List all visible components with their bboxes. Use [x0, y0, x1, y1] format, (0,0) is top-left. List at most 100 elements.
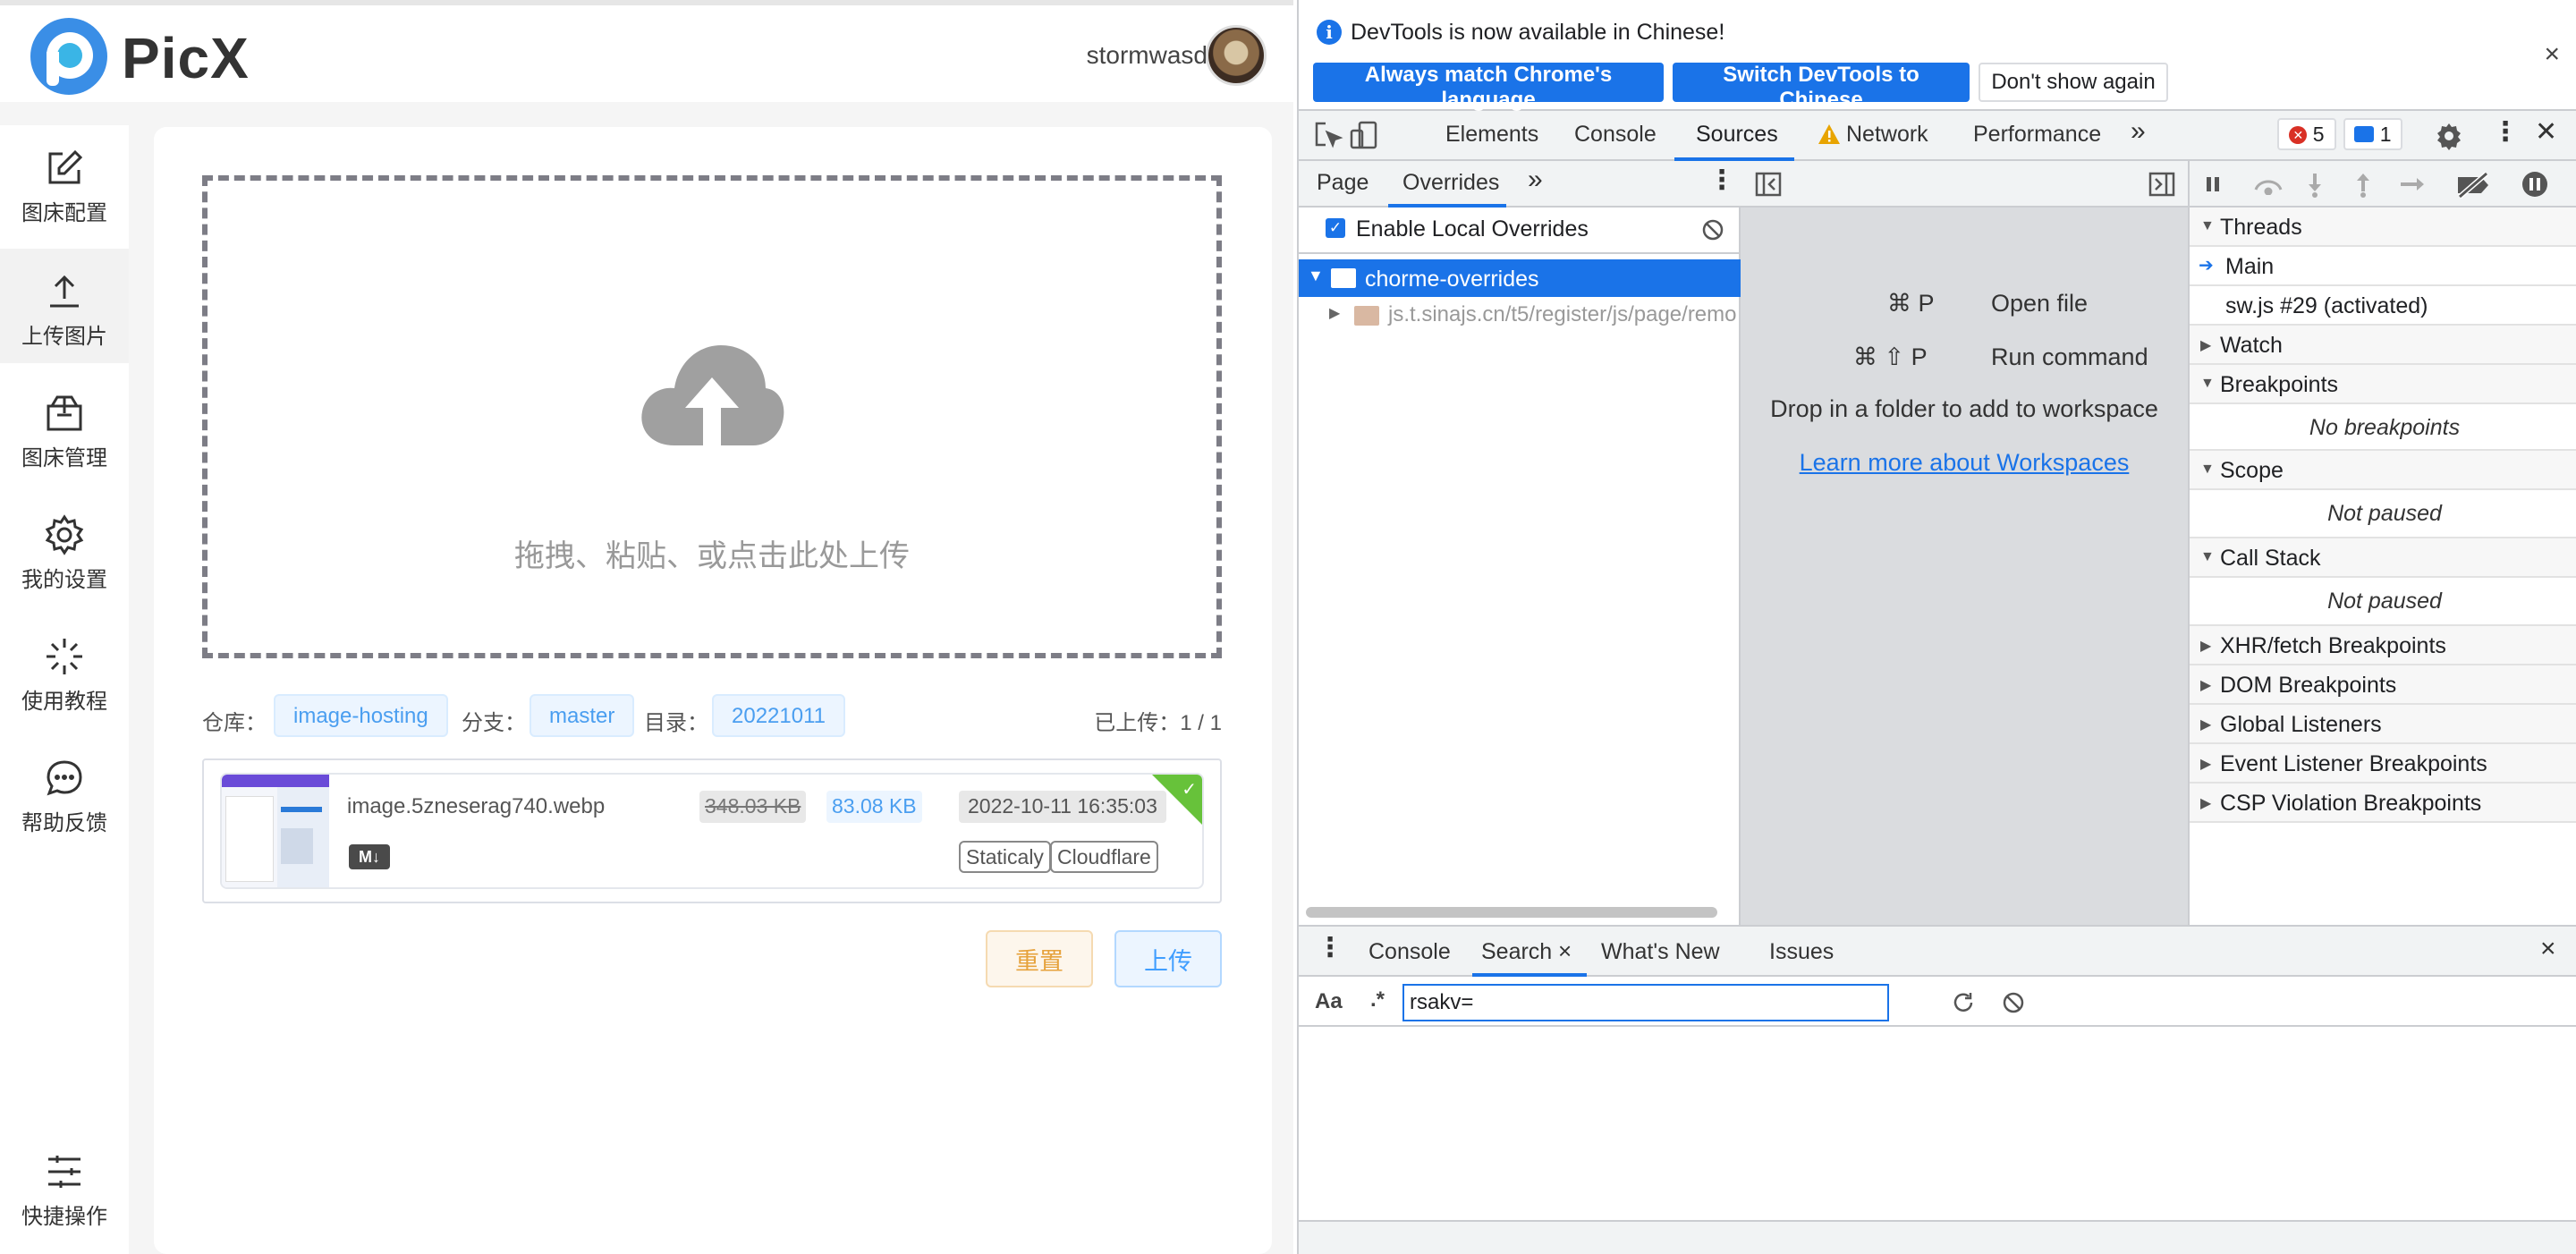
avatar[interactable]	[1206, 25, 1267, 86]
scope-section[interactable]: ▼ Scope	[2190, 451, 2576, 490]
expand-arrow-icon[interactable]: ▼	[2200, 218, 2215, 234]
call-stack-section[interactable]: ▼ Call Stack	[2190, 538, 2576, 578]
tab-elements[interactable]: Elements	[1445, 122, 1538, 148]
step-over-icon[interactable]	[2252, 175, 2284, 195]
sidebar-item-config[interactable]: 图床配置	[0, 125, 129, 240]
breakpoints-section[interactable]: ▼ Breakpoints	[2190, 365, 2576, 404]
tab-sources[interactable]: Sources	[1696, 122, 1778, 148]
inspect-icon[interactable]	[1313, 120, 1343, 150]
match-language-button[interactable]: Always match Chrome's language	[1313, 63, 1664, 112]
watch-section[interactable]: ▶ Watch	[2190, 326, 2576, 365]
tab-network[interactable]: Network	[1846, 122, 1928, 148]
collapse-arrow-icon[interactable]: ▶	[1329, 304, 1340, 322]
pause-on-exceptions-icon[interactable]	[2521, 170, 2549, 199]
toggle-debugger-icon[interactable]	[2148, 172, 2175, 197]
thread-sw[interactable]: sw.js #29 (activated)	[2190, 286, 2576, 326]
thread-main[interactable]: ➔ Main	[2190, 247, 2576, 286]
upload-dropzone[interactable]: 拖拽、粘贴、或点击此处上传	[202, 175, 1222, 658]
regex-toggle[interactable]: .*	[1370, 987, 1385, 1013]
logo-text[interactable]: PicX	[122, 25, 250, 91]
step-into-icon[interactable]	[2306, 172, 2324, 199]
expand-arrow-icon[interactable]: ▼	[2200, 549, 2215, 565]
clear-overrides-icon[interactable]	[1701, 218, 1724, 241]
search-input[interactable]	[1402, 984, 1889, 1021]
expand-arrow-icon[interactable]: ▼	[2200, 376, 2215, 392]
more-navigator-tabs-icon[interactable]: »	[1528, 165, 1543, 195]
username[interactable]: stormwasd	[1087, 41, 1208, 70]
sidebar-item-shortcuts[interactable]: 快捷操作	[0, 1129, 129, 1243]
close-drawer-icon[interactable]: ×	[2540, 934, 2556, 964]
learn-more-link[interactable]: Learn more about Workspaces	[1741, 449, 2188, 477]
global-listeners-section[interactable]: ▶ Global Listeners	[2190, 705, 2576, 744]
collapse-arrow-icon[interactable]: ▶	[2200, 336, 2211, 354]
drawer-tab-issues[interactable]: Issues	[1769, 939, 1834, 965]
threads-section[interactable]: ▼ Threads	[2190, 208, 2576, 247]
tree-item-overrides-folder[interactable]: ▼ chorme-overrides	[1299, 259, 1741, 297]
clear-search-icon[interactable]	[2002, 991, 2025, 1014]
tab-performance[interactable]: Performance	[1973, 122, 2101, 148]
info-icon: i	[1317, 20, 1342, 45]
picx-logo-icon[interactable]	[30, 18, 107, 95]
more-tabs-icon[interactable]: »	[2131, 116, 2146, 147]
drawer-tab-console[interactable]: Console	[1368, 939, 1451, 965]
switch-chinese-button[interactable]: Switch DevTools to Chinese	[1673, 63, 1970, 112]
horizontal-scrollbar[interactable]	[1306, 907, 1717, 918]
settings-gear-icon[interactable]	[2435, 122, 2463, 150]
dom-breakpoints-section[interactable]: ▶ DOM Breakpoints	[2190, 665, 2576, 705]
sidebar-item-feedback[interactable]: 帮助反馈	[0, 735, 129, 850]
csp-breakpoints-section[interactable]: ▶ CSP Violation Breakpoints	[2190, 784, 2576, 823]
device-toggle-icon[interactable]	[1349, 120, 1379, 150]
expand-arrow-icon[interactable]: ▼	[1308, 267, 1324, 285]
dont-show-again-button[interactable]: Don't show again	[1979, 63, 2168, 102]
step-out-icon[interactable]	[2354, 172, 2372, 199]
drawer-menu-icon[interactable]: ⋮	[1317, 932, 1343, 963]
error-count-badge[interactable]: ✕ 5	[2277, 118, 2336, 150]
reset-button[interactable]: 重置	[986, 930, 1093, 987]
file-item[interactable]: image.5zneserag740.webp M↓ 348.03 KB 83.…	[220, 773, 1204, 889]
sidebar-item-settings[interactable]: 我的设置	[0, 492, 129, 606]
collapse-arrow-icon[interactable]: ▶	[2200, 676, 2211, 694]
close-search-tab-icon[interactable]: ×	[1558, 937, 1572, 965]
event-listener-breakpoints-section[interactable]: ▶ Event Listener Breakpoints	[2190, 744, 2576, 784]
kebab-menu-icon[interactable]: ⋮	[2492, 116, 2519, 148]
sidebar-item-upload[interactable]: 上传图片	[0, 249, 129, 363]
navigator-menu-icon[interactable]: ⋮	[1708, 165, 1735, 196]
cdn-link-staticaly[interactable]: Staticaly	[959, 841, 1051, 873]
enable-overrides-checkbox[interactable]: ✓	[1326, 218, 1345, 238]
expand-arrow-icon[interactable]: ▼	[2200, 462, 2215, 478]
tab-overrides[interactable]: Overrides	[1402, 170, 1499, 196]
infobar-close-icon[interactable]: ×	[2544, 39, 2560, 70]
pause-icon[interactable]	[2204, 175, 2222, 193]
collapse-arrow-icon[interactable]: ▶	[2200, 637, 2211, 655]
tab-console[interactable]: Console	[1574, 122, 1657, 148]
close-devtools-icon[interactable]: ✕	[2535, 116, 2557, 148]
toggle-navigator-icon[interactable]	[1755, 172, 1782, 197]
tab-page[interactable]: Page	[1317, 170, 1368, 196]
sidebar-item-label: 图床配置	[21, 201, 107, 225]
repo-label: 仓库：	[202, 711, 267, 735]
sources-navigator: Page Overrides » ⋮ ✓ Enable Local Overri…	[1299, 161, 1741, 925]
collapse-arrow-icon[interactable]: ▶	[2200, 716, 2211, 733]
tree-item-sinajs[interactable]: ▶ js.t.sinajs.cn/t5/register/js/page/rem…	[1299, 297, 1741, 333]
markdown-icon[interactable]: M↓	[349, 844, 390, 869]
upload-button[interactable]: 上传	[1114, 930, 1222, 987]
refresh-icon[interactable]	[1952, 991, 1975, 1014]
devtools-tabbar: Elements Console Sources Network Perform…	[1299, 111, 2576, 161]
sidebar-item-tutorial[interactable]: 使用教程	[0, 614, 129, 728]
enable-overrides-label[interactable]: Enable Local Overrides	[1356, 216, 1589, 242]
file-thumbnail[interactable]	[222, 775, 329, 887]
collapse-arrow-icon[interactable]: ▶	[2200, 794, 2211, 812]
xhr-breakpoints-section[interactable]: ▶ XHR/fetch Breakpoints	[2190, 626, 2576, 665]
sparkle-icon	[47, 639, 82, 674]
drawer-tab-search[interactable]: Search	[1481, 939, 1552, 965]
sidebar-item-manage[interactable]: 图床管理	[0, 370, 129, 485]
section-title: Breakpoints	[2220, 372, 2339, 397]
step-icon[interactable]	[2399, 175, 2428, 193]
cdn-link-cloudflare[interactable]: Cloudflare	[1050, 841, 1158, 873]
match-case-toggle[interactable]: Aa	[1315, 989, 1343, 1014]
drawer-tab-whats-new[interactable]: What's New	[1601, 939, 1720, 965]
collapse-arrow-icon[interactable]: ▶	[2200, 755, 2211, 773]
deactivate-breakpoints-icon[interactable]	[2456, 172, 2492, 199]
message-count-badge[interactable]: 1	[2343, 118, 2402, 150]
shortcut-action: Open file	[1991, 290, 2089, 317]
